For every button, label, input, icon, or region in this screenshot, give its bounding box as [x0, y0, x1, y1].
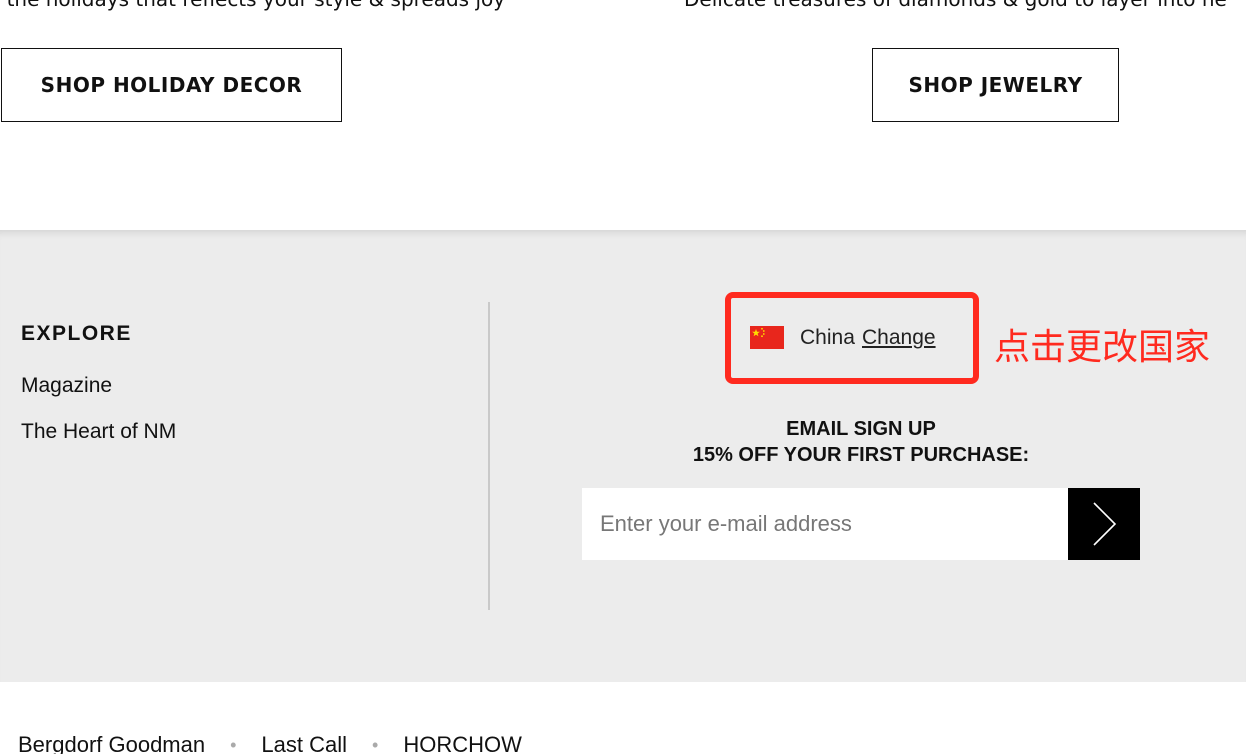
brand-links: Bergdorf Goodman • Last Call • HORCHOW — [18, 732, 522, 754]
jewelry-promo-text: Delicate treasures of diamonds & gold to… — [684, 0, 1227, 12]
brand-link-horchow[interactable]: HORCHOW — [403, 732, 522, 754]
change-country-annotation: 点击更改国家 — [994, 327, 1211, 368]
country-name: China — [800, 326, 855, 349]
email-input[interactable] — [582, 488, 1068, 560]
brand-link-last-call[interactable]: Last Call — [261, 732, 347, 754]
chevron-right-icon — [1093, 502, 1117, 546]
site-footer: EXPLORE Magazine The Heart of NM China C… — [0, 230, 1246, 682]
email-submit-button[interactable] — [1068, 488, 1140, 560]
holiday-decor-promo-text: r the holidays that reflects your style … — [0, 0, 505, 12]
shop-holiday-decor-button[interactable]: SHOP HOLIDAY DECOR — [1, 48, 342, 122]
brand-separator: • — [230, 734, 237, 754]
brand-separator: • — [372, 734, 379, 754]
email-signup-title: EMAIL SIGN UP — [786, 418, 936, 440]
page: r the holidays that reflects your style … — [0, 0, 1246, 754]
change-country-link[interactable]: Change — [862, 326, 936, 350]
explore-link-heart-of-nm[interactable]: The Heart of NM — [21, 420, 176, 444]
brand-link-bergdorf-goodman[interactable]: Bergdorf Goodman — [18, 732, 205, 754]
explore-heading: EXPLORE — [21, 322, 132, 345]
china-flag-icon — [750, 326, 784, 349]
email-signup-offer: 15% OFF YOUR FIRST PURCHASE: — [692, 444, 1030, 466]
shop-jewelry-button[interactable]: SHOP JEWELRY — [872, 48, 1119, 122]
footer-divider — [488, 302, 490, 610]
explore-link-magazine[interactable]: Magazine — [21, 374, 112, 398]
